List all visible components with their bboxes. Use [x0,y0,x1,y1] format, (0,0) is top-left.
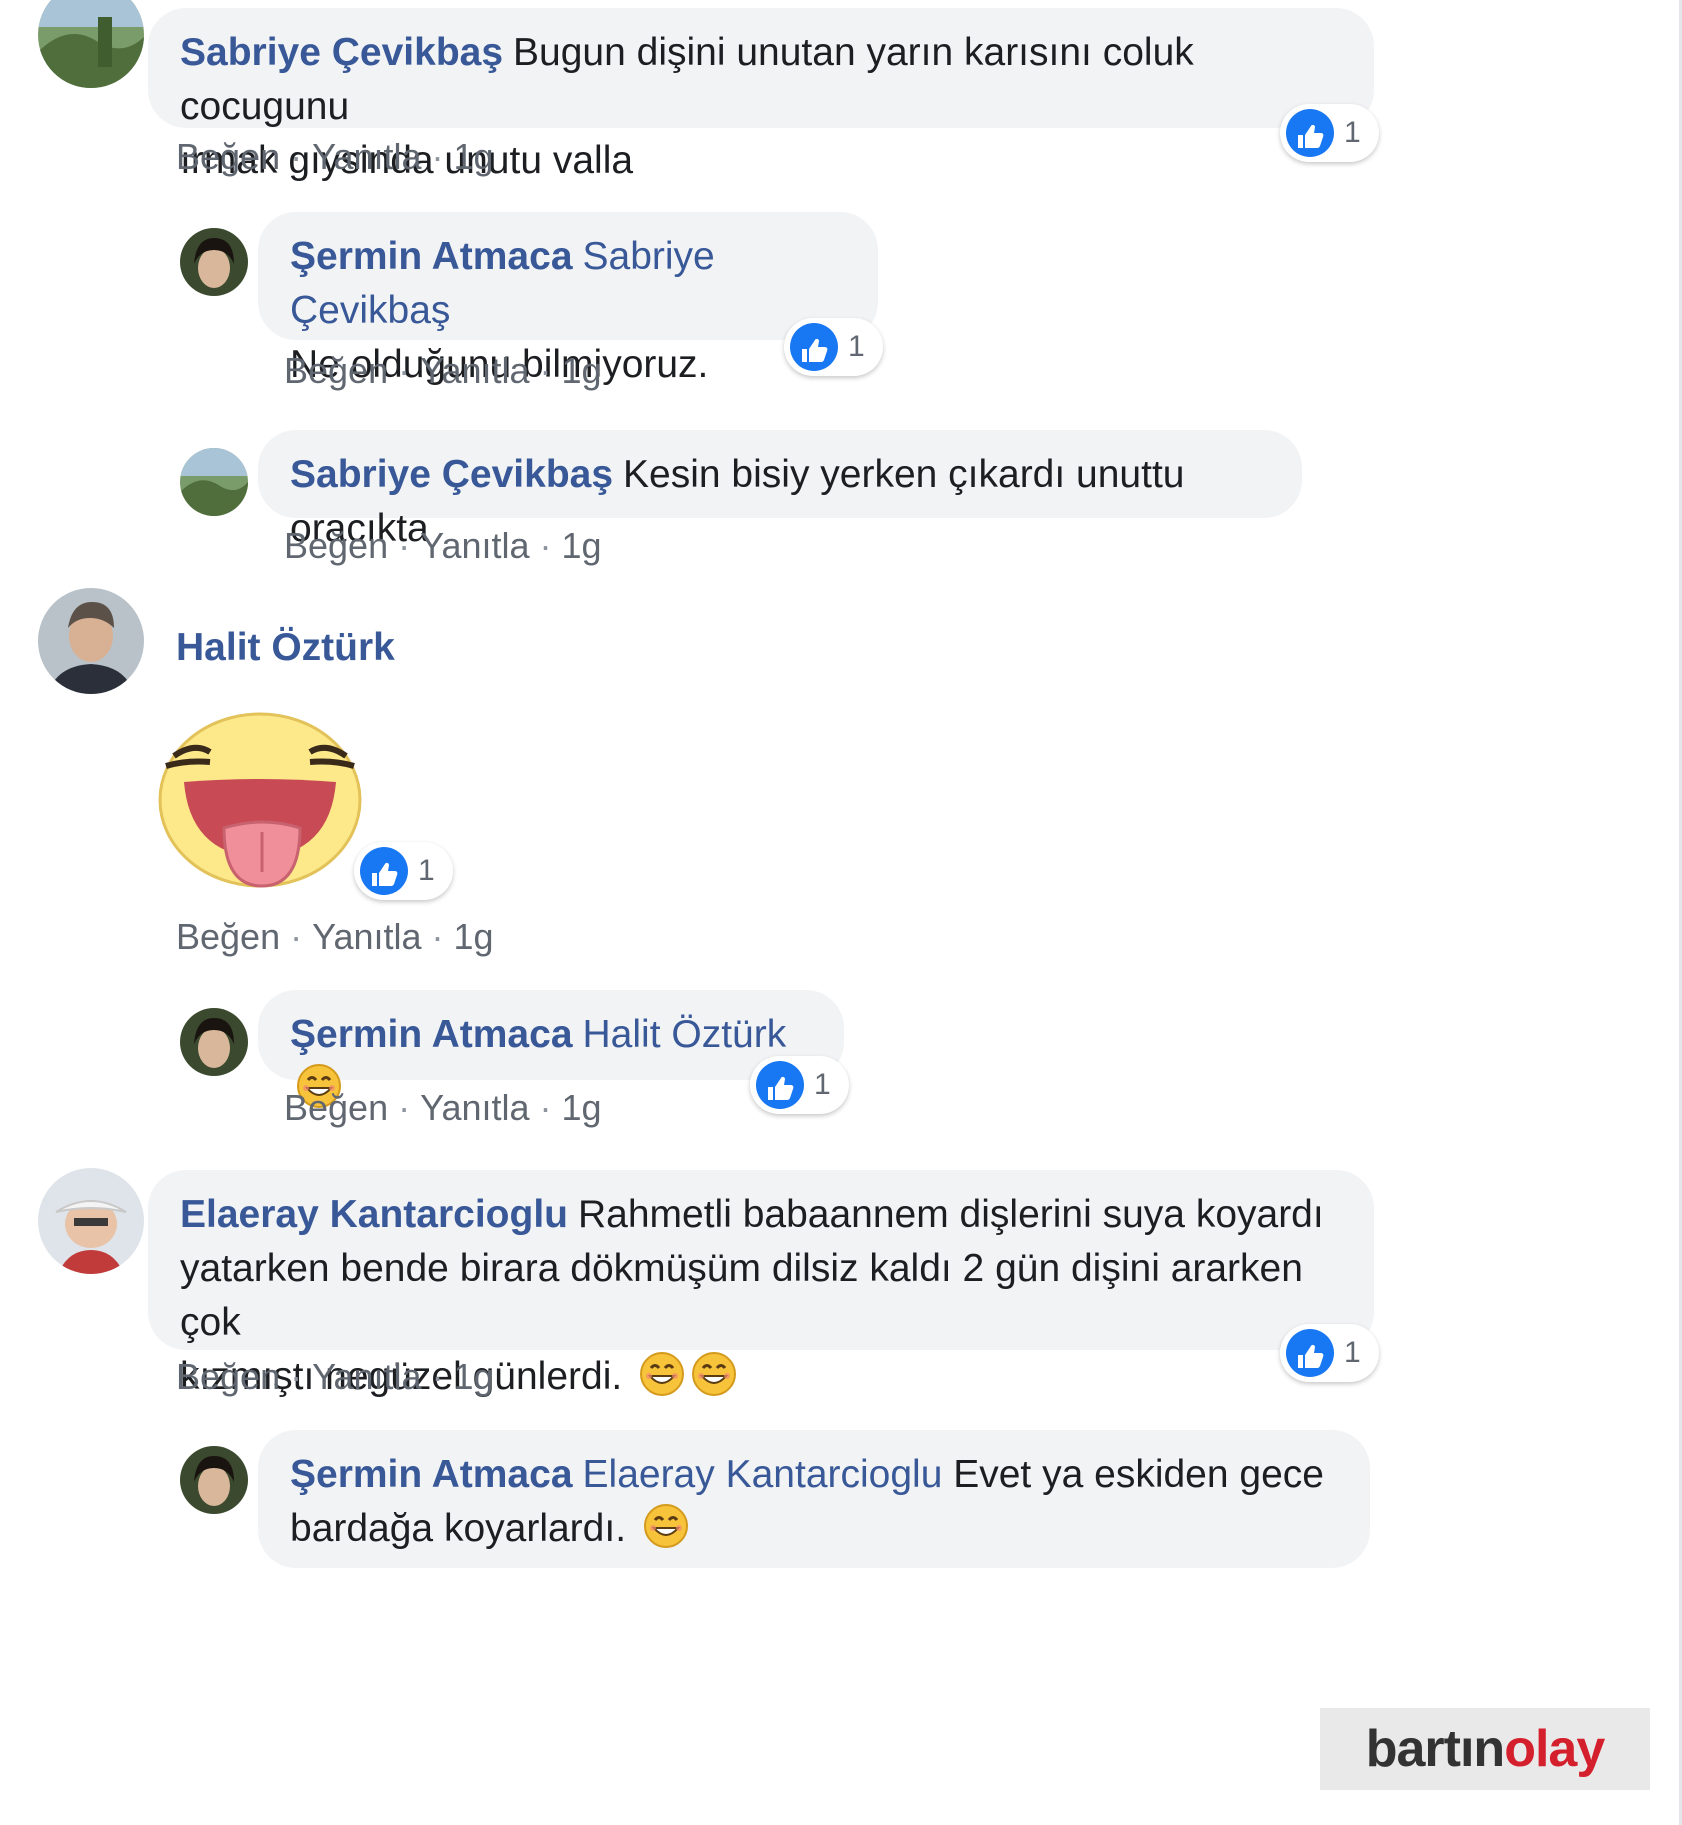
like-button[interactable]: Beğen [176,916,280,957]
like-button[interactable]: Beğen [176,136,280,177]
reply-button[interactable]: Yanıtla [420,350,529,391]
watermark-logo: bartın olay [1320,1708,1650,1790]
comment-text: bardağa koyarlardı. [290,1507,627,1550]
timestamp[interactable]: 1g [562,350,602,391]
timestamp[interactable]: 1g [562,525,602,566]
reply-bubble: Şermin Atmaca Sabriye Çevikbaş Ne olduğun… [258,212,878,386]
separator: · [431,916,444,957]
reply-button[interactable]: Yanıtla [312,1356,421,1397]
grin-emoji-icon [691,1351,737,1397]
comment-actions: Beğen · Yanıtla · 1g [284,1087,602,1129]
comment-actions: Beğen · Yanıtla · 1g [176,916,494,958]
reply-button[interactable]: Yanıtla [312,916,421,957]
separator: · [539,1087,552,1128]
comment-text: Evet ya eskiden gece [953,1453,1324,1496]
like-reaction-icon [790,323,838,371]
comment-bubble: Sabriye Çevikbaş Bugun dişini unutan yarı… [148,8,1374,182]
mention-link[interactable]: Halit Öztürk [583,1013,787,1056]
author-name[interactable]: Şermin Atmaca [290,1453,573,1496]
reaction-badge[interactable]: 1 [1280,1324,1379,1382]
separator: · [431,136,444,177]
separator: · [290,916,303,957]
separator: · [398,1087,411,1128]
timestamp[interactable]: 1g [454,1356,494,1397]
timestamp[interactable]: 1g [454,136,494,177]
smile-emoji-icon [643,1503,689,1549]
reaction-badge[interactable]: 1 [1280,104,1379,162]
comment-actions: Beğen · Yanıtla · 1g [176,136,494,178]
reaction-count: 1 [848,330,865,363]
watermark-text: bartın [1365,1720,1505,1778]
like-reaction-icon [360,847,408,895]
author-name[interactable]: Sabriye Çevikbaş [180,31,503,74]
reaction-count: 1 [814,1068,831,1101]
comment-text: Rahmetli babaannem dişlerini suya koyard… [577,1193,1324,1236]
like-button[interactable]: Beğen [284,350,388,391]
comment-bubble: Elaeray Kantarcioglu Rahmetli babaannem d… [148,1170,1374,1398]
timestamp[interactable]: 1g [562,1087,602,1128]
grin-emoji-icon [639,1351,685,1397]
separator: · [398,525,411,566]
reply-button[interactable]: Yanıtla [420,525,529,566]
reaction-count: 1 [418,854,435,887]
author-name[interactable]: Halit Öztürk [176,626,395,670]
like-button[interactable]: Beğen [284,525,388,566]
reaction-badge[interactable]: 1 [354,842,453,900]
laughing-tongue-sticker[interactable] [156,708,366,888]
reaction-badge[interactable]: 1 [750,1056,849,1114]
watermark-text: olay [1504,1720,1605,1778]
mention-link[interactable]: Elaeray Kantarcioglu [583,1453,943,1496]
separator: · [539,350,552,391]
author-name[interactable]: Elaeray Kantarcioglu [180,1193,568,1236]
comment-actions: Beğen · Yanıtla · 1g [284,525,602,567]
like-button[interactable]: Beğen [176,1356,280,1397]
like-reaction-icon [1286,1329,1334,1377]
avatar[interactable] [38,588,144,694]
reaction-count: 1 [1344,116,1361,149]
like-reaction-icon [1286,109,1334,157]
reaction-badge[interactable]: 1 [784,318,883,376]
author-name[interactable]: Sabriye Çevikbaş [290,453,613,496]
avatar[interactable] [180,1446,248,1514]
comment-thread: Sabriye Çevikbaş Bugun dişini unutan yarı… [0,0,1682,1825]
separator: · [539,525,552,566]
comment-actions: Beğen · Yanıtla · 1g [176,1356,494,1398]
separator: · [290,136,303,177]
avatar[interactable] [180,228,248,296]
timestamp[interactable]: 1g [454,916,494,957]
reply-bubble: Şermin Atmaca Elaeray Kantarcioglu Evet y… [258,1430,1370,1568]
separator: · [398,350,411,391]
avatar[interactable] [180,1008,248,1076]
reply-bubble: Sabriye Çevikbaş Kesin bisiy yerken çıkar… [258,430,1302,550]
reply-button[interactable]: Yanıtla [420,1087,529,1128]
like-button[interactable]: Beğen [284,1087,388,1128]
avatar[interactable] [38,1168,144,1274]
reaction-count: 1 [1344,1336,1361,1369]
separator: · [290,1356,303,1397]
author-name[interactable]: Şermin Atmaca [290,1013,573,1056]
like-reaction-icon [756,1061,804,1109]
comment-text: yatarken bende birara dökmüşüm dilsiz ka… [180,1247,1303,1344]
reply-button[interactable]: Yanıtla [312,136,421,177]
author-name[interactable]: Şermin Atmaca [290,235,573,278]
avatar[interactable] [180,448,248,516]
separator: · [431,1356,444,1397]
comment-actions: Beğen · Yanıtla · 1g [284,350,602,392]
avatar[interactable] [38,0,144,88]
